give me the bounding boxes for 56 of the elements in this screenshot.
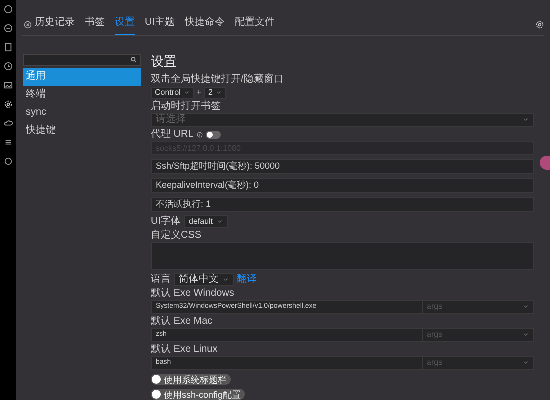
menu-item[interactable]: 通用 <box>23 68 141 86</box>
field-label: 默认 Exe Linux <box>151 344 219 356</box>
settings-icon[interactable] <box>536 21 544 29</box>
language-select[interactable]: 简体中文 <box>174 273 234 286</box>
caret-icon <box>216 90 222 96</box>
select-value: default <box>189 216 214 228</box>
input-field[interactable]: 不活跃执行: 1 <box>151 197 534 212</box>
menu-item[interactable]: 快捷键 <box>23 122 141 140</box>
field-label: 代理 URL <box>151 129 194 141</box>
clock-icon[interactable] <box>4 62 12 71</box>
field-label: 双击全局快捷键打开/隐藏窗口 <box>151 74 285 86</box>
search-icon <box>131 57 137 63</box>
key-select[interactable]: 2 <box>204 87 226 99</box>
settings-icon[interactable] <box>4 100 12 109</box>
tab[interactable]: 设置 <box>115 17 135 35</box>
select-value: 简体中文 <box>179 274 219 286</box>
menu-item[interactable]: sync <box>23 104 141 122</box>
field-label: 自定义CSS <box>151 230 203 242</box>
toggle-switch[interactable]: 使用系统标题栏 <box>151 374 231 385</box>
toggle-switch[interactable] <box>206 131 221 139</box>
caret-icon <box>184 90 190 96</box>
logo-icon[interactable] <box>4 5 12 14</box>
tab[interactable]: 书签 <box>85 17 105 35</box>
font-select[interactable]: default <box>184 215 228 228</box>
field-label: 默认 Exe Mac <box>151 316 214 328</box>
field-label: 默认 Exe Windows <box>151 288 236 300</box>
caret-icon <box>217 218 224 224</box>
field-label: 启动时打开书签 <box>151 101 222 113</box>
tab[interactable]: 历史记录 <box>35 17 75 35</box>
info-icon <box>196 132 203 138</box>
list-icon[interactable] <box>4 138 12 147</box>
settings-title: 设置 <box>151 54 178 70</box>
caret-icon <box>523 117 529 123</box>
close-icon[interactable] <box>24 21 32 29</box>
tab[interactable]: UI主题 <box>145 17 175 35</box>
tab[interactable]: 快捷命令 <box>185 17 225 35</box>
input-field[interactable]: Ssh/Sftp超时时间(毫秒): 50000 <box>151 159 534 174</box>
select-value: Control <box>155 87 181 99</box>
plus-sign: + <box>196 87 202 99</box>
book-icon[interactable] <box>4 43 12 52</box>
search-field[interactable] <box>23 54 141 66</box>
select-value: 2 <box>208 87 213 99</box>
cloud-icon[interactable] <box>4 119 12 128</box>
menu-item[interactable]: 终端 <box>23 86 141 104</box>
input-field[interactable]: KeepaliveInterval(毫秒): 0 <box>151 178 534 193</box>
minus-circle-icon[interactable] <box>4 24 12 33</box>
toggle-switch[interactable]: 使用ssh-config配置 <box>151 389 246 400</box>
translate-link[interactable]: 翻译 <box>237 274 257 286</box>
tab[interactable]: 配置文件 <box>235 17 275 35</box>
caret-icon <box>223 276 229 282</box>
modifier-select[interactable]: Control <box>151 87 194 99</box>
select-placeholder: 请选择 <box>156 114 186 126</box>
circle-icon[interactable] <box>4 157 12 166</box>
field-label: UI字体 <box>151 216 181 228</box>
picture-icon[interactable] <box>4 81 12 90</box>
field-label: 语言 <box>151 274 171 286</box>
